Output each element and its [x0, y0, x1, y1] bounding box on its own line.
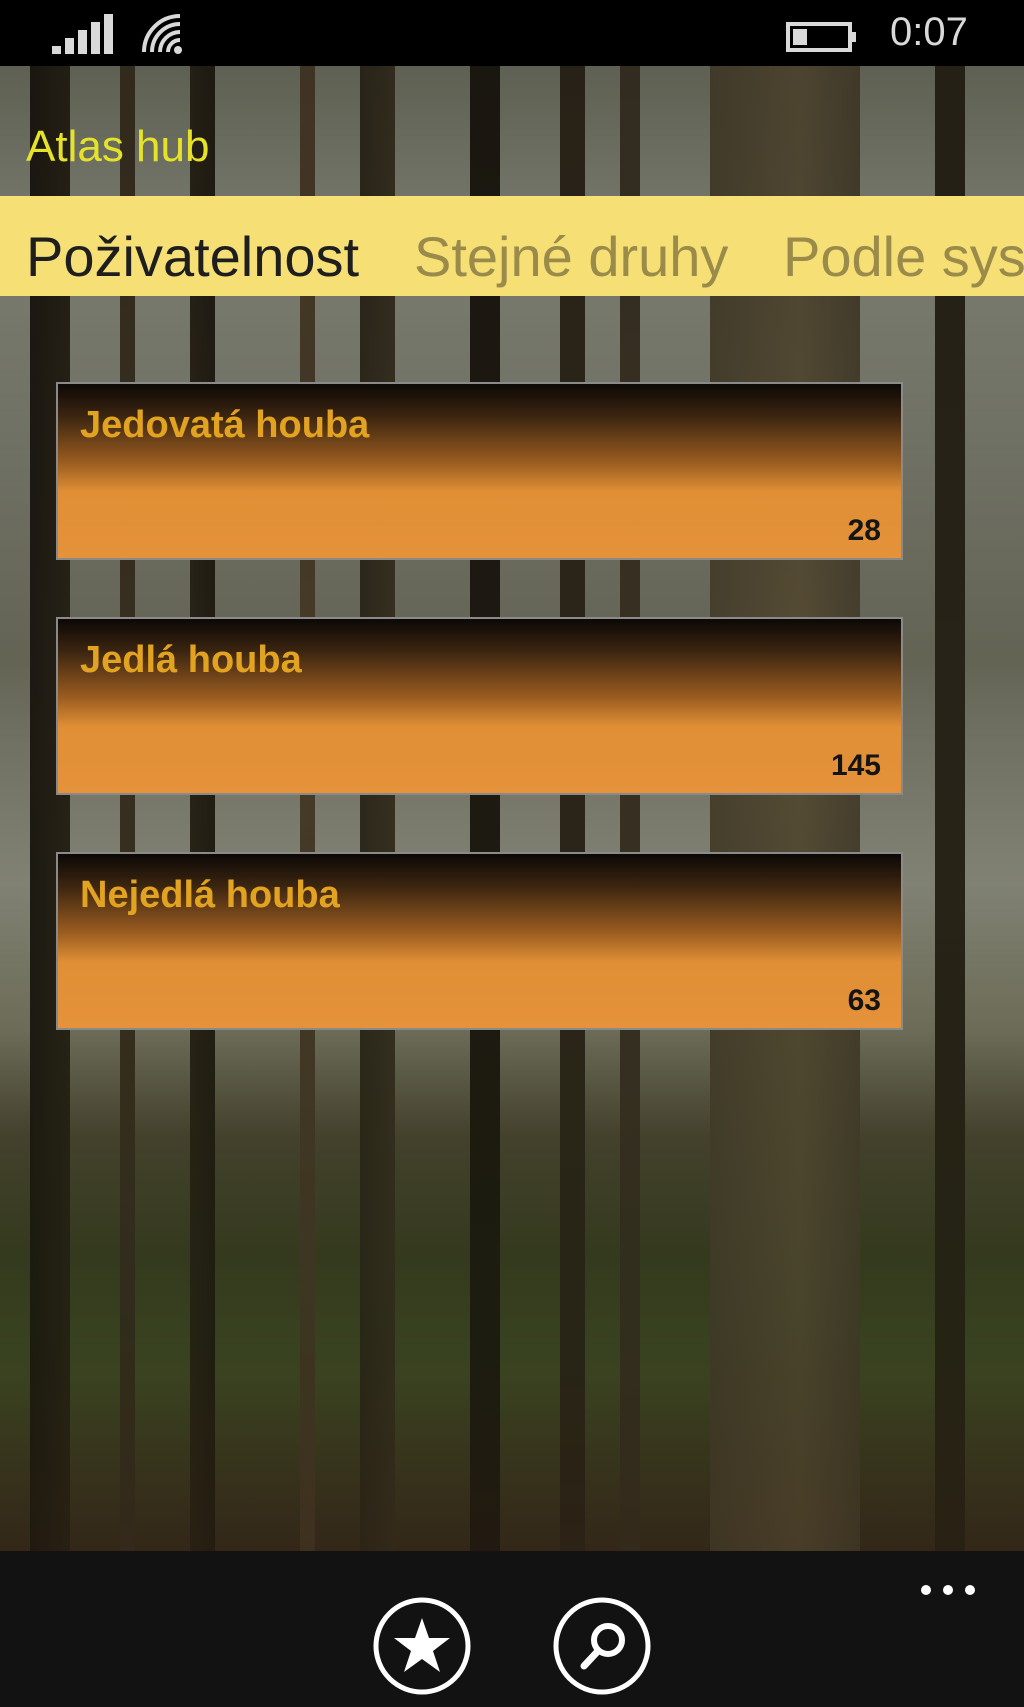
- category-title: Jedlá houba: [80, 639, 302, 681]
- clock: 0:07: [890, 10, 968, 54]
- category-tile-nejedla[interactable]: Nejedlá houba 63: [56, 852, 903, 1030]
- battery-icon: [786, 22, 856, 52]
- search-button[interactable]: [552, 1596, 652, 1696]
- pivot-header: Poživatelnost Stejné druhy Podle sys: [0, 196, 1024, 296]
- search-icon: [580, 1623, 625, 1670]
- star-icon: [394, 1618, 450, 1672]
- pivot-tab-pozivatelnost[interactable]: Poživatelnost: [26, 224, 359, 289]
- category-count: 28: [847, 514, 881, 547]
- more-dots-icon: [921, 1585, 975, 1595]
- app-bar: [0, 1551, 1024, 1707]
- pivot-tab-podle-systemu[interactable]: Podle sys: [783, 224, 1024, 289]
- status-bar: 0:07: [0, 0, 1024, 66]
- signal-strength-icon: [52, 14, 113, 54]
- pivot-tab-stejne-druhy[interactable]: Stejné druhy: [414, 224, 728, 289]
- more-icon[interactable]: [918, 1575, 978, 1595]
- category-count: 145: [830, 749, 881, 782]
- category-title: Nejedlá houba: [80, 874, 340, 916]
- category-tile-jedla[interactable]: Jedlá houba 145: [56, 617, 903, 795]
- wifi-icon: [142, 14, 182, 54]
- category-title: Jedovatá houba: [80, 404, 370, 446]
- favorites-button[interactable]: [372, 1596, 472, 1696]
- category-tile-jedovata[interactable]: Jedovatá houba 28: [56, 382, 903, 560]
- app-title: Atlas hub: [26, 122, 210, 171]
- category-count: 63: [847, 984, 881, 1017]
